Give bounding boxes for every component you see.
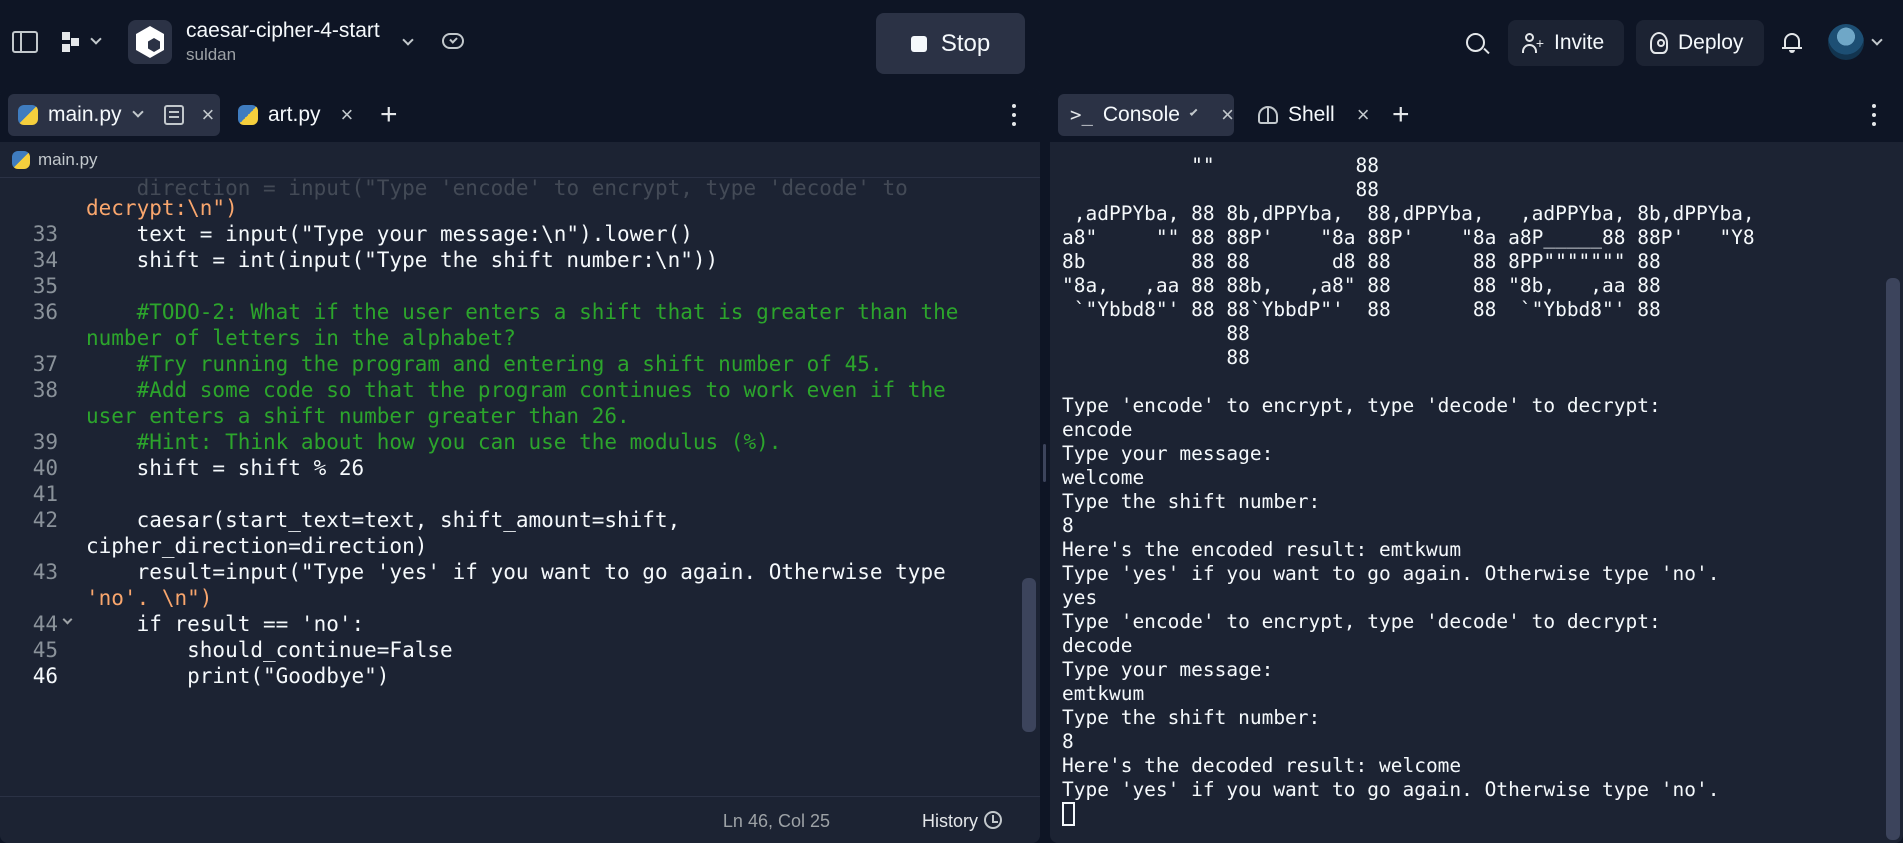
line-number-current: 46	[32, 664, 58, 688]
tab-label: Console	[1102, 103, 1180, 126]
line-number: 42	[32, 508, 58, 532]
rocket-icon	[1650, 32, 1668, 54]
code-line: caesar(start_text=text, shift_amount=shi…	[86, 508, 681, 532]
repl-title[interactable]: caesar-cipher-4-start	[186, 19, 380, 43]
code-line: should_continue=False	[86, 638, 453, 662]
workspace-menu-button[interactable]	[56, 28, 108, 58]
top-bar: caesar-cipher-4-start suldan Stop + Invi…	[0, 0, 1903, 86]
terminal-prompt-icon: >_	[1070, 104, 1093, 126]
tab-label: art.py	[268, 103, 321, 126]
add-tab-icon[interactable]: +	[1392, 100, 1410, 130]
editor-tab-bar: main.py × art.py × +	[0, 88, 1040, 142]
stop-button-label: Stop	[940, 29, 991, 57]
line-number: 34	[32, 248, 58, 272]
line-number: 40	[32, 456, 58, 480]
line-number: 41	[32, 482, 58, 506]
breadcrumb: main.py	[0, 142, 1040, 178]
history-icon[interactable]	[984, 811, 1002, 829]
line-number: 45	[32, 638, 58, 662]
tab-shell[interactable]: Shell ×	[1246, 94, 1376, 136]
code-line: cipher_direction=direction)	[86, 534, 428, 558]
code-line: if result == 'no':	[86, 612, 365, 636]
sidebar-toggle-icon[interactable]	[12, 31, 38, 53]
fold-chevron-icon[interactable]	[62, 614, 73, 625]
more-options-icon[interactable]	[1872, 104, 1876, 126]
line-number: 37	[32, 352, 58, 376]
python-file-icon	[18, 105, 38, 125]
console-output[interactable]: "" 88 88 ,adPPYba, 88 8b,dPPYba, 88,dPPY…	[1062, 154, 1877, 834]
code-line: shift = int(input("Type the shift number…	[86, 248, 719, 272]
chevron-down-icon[interactable]	[1189, 108, 1198, 116]
code-line: shift = shift % 26	[86, 456, 365, 480]
close-tab-icon[interactable]: ×	[1357, 104, 1370, 126]
code-line-comment: #Add some code so that the program conti…	[86, 378, 946, 402]
editor-scrollbar[interactable]	[1022, 578, 1036, 732]
avatar-chevron-icon[interactable]	[1871, 34, 1883, 46]
invite-button-label: Invite	[1554, 31, 1605, 54]
code-editor[interactable]: direction = input("Type 'encode' to encr…	[0, 178, 1020, 786]
shell-icon	[1258, 106, 1278, 124]
file-outline-icon[interactable]	[163, 105, 184, 125]
code-line: 'no'. \n")	[86, 586, 213, 610]
code-line-comment: #TODO-2: What if the user enters a shift…	[86, 300, 959, 324]
search-icon[interactable]	[1466, 33, 1485, 52]
code-line: text = input("Type your message:\n").low…	[86, 222, 693, 246]
deploy-button[interactable]: Deploy	[1636, 20, 1764, 66]
editor-status-bar: Ln 46, Col 25 History	[0, 796, 1040, 843]
cloud-saved-icon	[442, 33, 464, 49]
chevron-down-icon	[90, 33, 102, 45]
avatar[interactable]	[1828, 24, 1864, 60]
code-line-comment: #Hint: Think about how you can use the m…	[86, 430, 782, 454]
repl-menu-chevron-icon[interactable]	[402, 34, 414, 46]
add-tab-icon[interactable]: +	[380, 100, 398, 130]
close-tab-icon[interactable]: ×	[1221, 104, 1234, 126]
code-line-comment: user enters a shift number greater than …	[86, 404, 630, 428]
user-plus-icon: +	[1522, 33, 1544, 53]
repl-logo	[128, 20, 172, 64]
line-number: 36	[32, 300, 58, 324]
line-number: 38	[32, 378, 58, 402]
python-file-icon	[12, 150, 30, 169]
code-line-current: print("Goodbye")	[86, 664, 390, 688]
repl-owner: suldan	[186, 45, 237, 64]
notifications-bell-icon[interactable]	[1782, 31, 1802, 53]
console-tab-bar: >_ Console × Shell × +	[1050, 88, 1903, 142]
console-scrollbar[interactable]	[1886, 278, 1900, 840]
line-number: 43	[32, 560, 58, 584]
line-number: 39	[32, 430, 58, 454]
cursor-position[interactable]: Ln 46, Col 25	[723, 811, 830, 832]
code-line-comment: number of letters in the alphabet?	[86, 326, 516, 350]
workspace-blocks-icon	[62, 32, 82, 52]
line-number: 44	[32, 612, 58, 636]
console-pane: >_ Console × Shell × + "" 88 88 ,adPPYba…	[1050, 88, 1903, 843]
history-button[interactable]: History	[922, 811, 978, 832]
pane-resize-handle[interactable]	[1043, 444, 1046, 482]
line-number: 35	[32, 274, 58, 298]
more-options-icon[interactable]	[1012, 104, 1016, 126]
invite-button[interactable]: + Invite	[1508, 20, 1624, 66]
tab-console[interactable]: >_ Console ×	[1058, 94, 1234, 136]
code-line: decrypt:\n")	[86, 196, 238, 220]
stop-icon	[910, 35, 927, 52]
python-file-icon	[238, 105, 258, 125]
code-line-comment: #Try running the program and entering a …	[86, 352, 883, 376]
tab-main-py[interactable]: main.py ×	[8, 94, 220, 136]
deploy-button-label: Deploy	[1678, 31, 1744, 54]
line-number: 33	[32, 222, 58, 246]
close-tab-icon[interactable]: ×	[202, 104, 215, 126]
code-line: result=input("Type 'yes' if you want to …	[86, 560, 946, 584]
chevron-down-icon[interactable]	[131, 106, 144, 118]
close-tab-icon[interactable]: ×	[341, 104, 354, 126]
editor-pane: main.py × art.py × + main.py direction =…	[0, 88, 1040, 843]
tab-art-py[interactable]: art.py ×	[234, 94, 358, 136]
console-input-cursor[interactable]	[1062, 802, 1075, 826]
tab-label: main.py	[48, 103, 122, 126]
tab-label: Shell	[1288, 103, 1335, 126]
stop-button[interactable]: Stop	[876, 13, 1025, 74]
breadcrumb-file[interactable]: main.py	[38, 150, 98, 170]
